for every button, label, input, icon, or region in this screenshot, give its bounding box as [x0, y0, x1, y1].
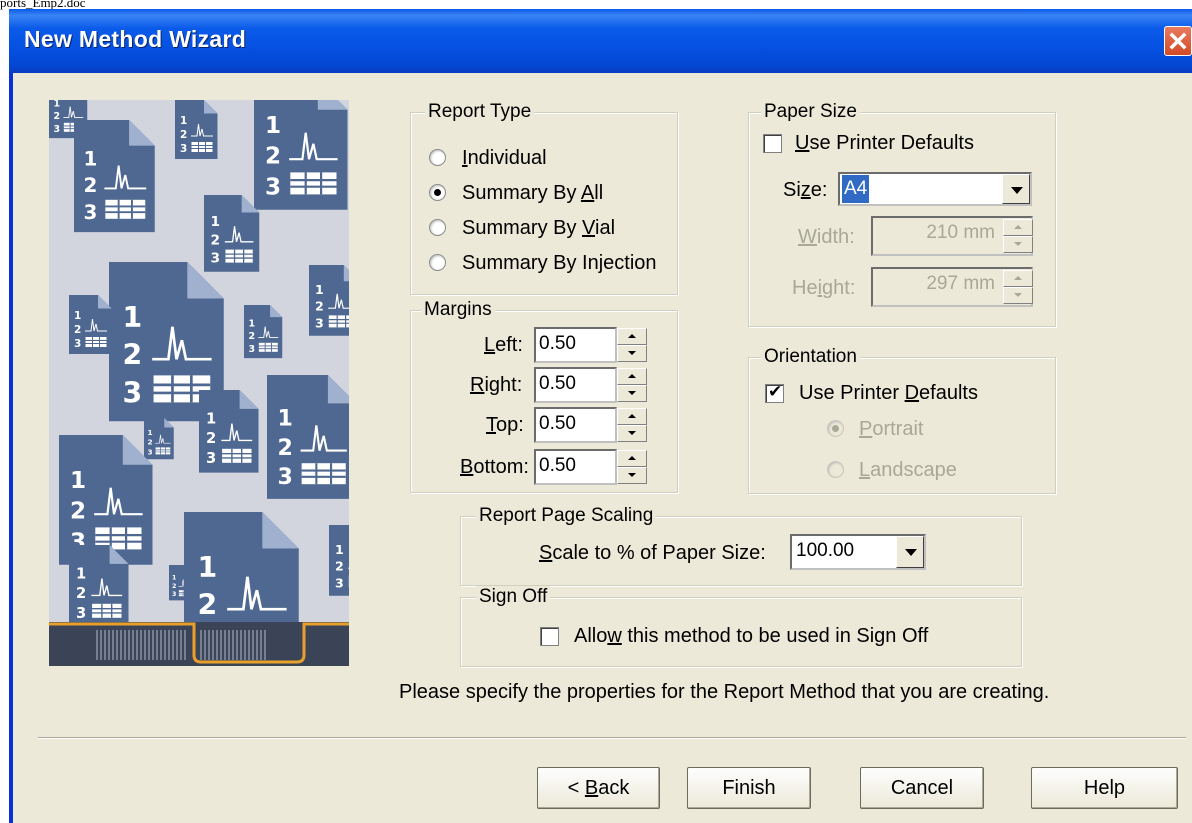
radio-individual[interactable]	[429, 149, 446, 166]
cancel-button[interactable]: Cancel	[860, 767, 984, 809]
top-margin-input[interactable]: 0.50	[534, 407, 617, 443]
scale-percent-value: 100.00	[796, 540, 855, 561]
label-width: Width:	[798, 226, 855, 248]
label-height: Height:	[792, 277, 856, 299]
chevron-down-icon[interactable]	[1002, 174, 1030, 204]
label-right-margin: Right:	[470, 374, 523, 396]
paper-size-value: A4	[840, 174, 871, 204]
sign-off-checkbox[interactable]	[540, 627, 559, 646]
bottom-margin-spinner[interactable]	[617, 450, 647, 484]
label-left-margin: Left:	[484, 334, 523, 356]
label-top-margin: Top:	[486, 414, 524, 436]
spin-down-icon[interactable]	[617, 425, 647, 442]
spin-down-icon[interactable]	[617, 345, 647, 362]
spin-up-icon[interactable]	[1003, 270, 1033, 287]
paper-height-spinner[interactable]	[1003, 270, 1033, 304]
scaling-legend: Report Page Scaling	[476, 505, 657, 527]
divider	[38, 737, 1186, 739]
close-button[interactable]	[1164, 26, 1192, 56]
label-portrait[interactable]: Portrait	[859, 417, 923, 441]
wizard-window: New Method Wizard 1 2 3	[9, 9, 1192, 823]
label-size: Size:	[783, 179, 828, 201]
sign-off-legend: Sign Off	[476, 586, 551, 608]
radio-landscape[interactable]	[827, 461, 844, 478]
spin-down-icon[interactable]	[617, 385, 647, 402]
spin-up-icon[interactable]	[617, 450, 647, 467]
margins-legend: Margins	[421, 299, 495, 321]
spin-down-icon[interactable]	[1003, 236, 1033, 253]
label-individual[interactable]: Individual	[462, 146, 547, 170]
report-type-legend: Report Type	[425, 101, 535, 123]
right-margin-spinner[interactable]	[617, 368, 647, 402]
window-title: New Method Wizard	[24, 26, 247, 52]
orientation-use-printer-defaults-label[interactable]: Use Printer Defaults	[799, 381, 978, 405]
top-margin-spinner[interactable]	[617, 408, 647, 442]
spin-up-icon[interactable]	[1003, 219, 1033, 236]
wizard-illustration: 1 2 3	[49, 100, 349, 666]
help-button[interactable]: Help	[1031, 767, 1178, 809]
spin-up-icon[interactable]	[617, 368, 647, 385]
instruction-text: Please specify the properties for the Re…	[399, 681, 1050, 703]
left-margin-spinner[interactable]	[617, 328, 647, 362]
bottom-margin-input[interactable]: 0.50	[534, 449, 617, 485]
radio-summary-by-injection[interactable]	[429, 254, 446, 271]
radio-summary-by-all[interactable]	[429, 184, 446, 201]
spin-up-icon[interactable]	[617, 408, 647, 425]
right-margin-input[interactable]: 0.50	[534, 367, 617, 403]
paper-size-select[interactable]: A4	[838, 172, 1032, 206]
chevron-down-icon[interactable]	[896, 536, 924, 568]
radio-summary-by-vial[interactable]	[429, 219, 446, 236]
paper-use-printer-defaults-checkbox[interactable]	[763, 134, 782, 153]
wizard-body: 1 2 3	[9, 73, 1192, 823]
paper-size-legend: Paper Size	[761, 101, 860, 123]
back-button[interactable]: < Back	[537, 767, 660, 809]
label-bottom-margin: Bottom:	[460, 456, 529, 478]
label-landscape[interactable]: Landscape	[859, 458, 957, 482]
paper-width-spinner[interactable]	[1003, 219, 1033, 253]
spin-up-icon[interactable]	[617, 328, 647, 345]
left-margin-input[interactable]: 0.50	[534, 327, 617, 363]
spin-down-icon[interactable]	[617, 467, 647, 484]
orientation-use-printer-defaults-checkbox[interactable]	[765, 382, 784, 403]
label-scale-to-paper: Scale to % of Paper Size:	[539, 542, 766, 564]
close-icon	[1169, 32, 1187, 50]
spin-down-icon[interactable]	[1003, 287, 1033, 304]
radio-portrait[interactable]	[827, 420, 844, 437]
title-bar[interactable]: New Method Wizard	[9, 9, 1192, 73]
scale-percent-select[interactable]: 100.00	[790, 534, 926, 570]
sign-off-label[interactable]: Allow this method to be used in Sign Off	[574, 624, 928, 648]
orientation-legend: Orientation	[761, 346, 860, 368]
paper-use-printer-defaults-label[interactable]: Use Printer Defaults	[795, 131, 974, 155]
label-summary-by-all[interactable]: Summary By All	[462, 181, 603, 205]
label-summary-by-injection[interactable]: Summary By Injection	[462, 251, 657, 275]
finish-button[interactable]: Finish	[687, 767, 811, 809]
label-summary-by-vial[interactable]: Summary By Vial	[462, 216, 615, 240]
